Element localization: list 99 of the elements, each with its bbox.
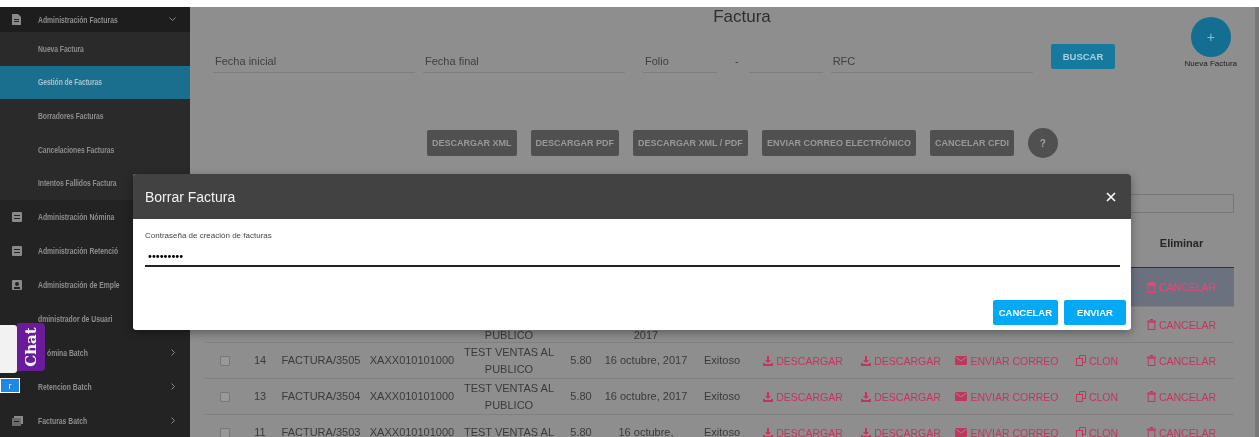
row-number: 13 xyxy=(253,389,267,405)
action-button[interactable]: DESCARGAR PDF xyxy=(530,130,620,156)
sidebar-subitem[interactable]: Borradores Facturas xyxy=(0,99,190,133)
field-label: Contraseña de creación de facturas xyxy=(145,231,273,240)
folio-cell-text: FACTURA/3504 xyxy=(281,389,361,405)
copy-icon xyxy=(1075,427,1086,437)
date-cell: 2017 xyxy=(633,328,659,342)
status-cell-text: Exitoso xyxy=(703,425,741,437)
client-cell-text: TEST VENTAS AL PUBLICO xyxy=(462,381,556,413)
action-link[interactable]: ENVIAR CORREO xyxy=(955,426,1059,437)
sidebar-item[interactable]: Administración de Emple xyxy=(38,279,120,290)
download-icon xyxy=(861,355,872,366)
amount-cell-text: 5.80 xyxy=(570,389,592,405)
action-link[interactable]: ENVIAR CORREO xyxy=(955,390,1059,403)
column-header: Eliminar xyxy=(1159,237,1204,249)
chat-panel xyxy=(0,325,17,373)
sidebar-item[interactable]: dministrador de Usuari xyxy=(38,313,113,324)
download-icon xyxy=(861,427,872,437)
action-button[interactable]: ENVIAR CORREO ELECTRÓNICO xyxy=(761,130,916,156)
status-cell-text: Exitoso xyxy=(703,389,741,405)
mail-icon xyxy=(955,392,968,401)
trash-icon xyxy=(1146,319,1156,330)
add-button[interactable]: + xyxy=(1190,17,1231,57)
folio-cell-text: FACTURA/3503 xyxy=(281,425,361,437)
sidebar-item[interactable]: Retencion Batch xyxy=(38,381,92,392)
action-link[interactable]: DESCARGAR xyxy=(763,426,843,437)
row-checkbox[interactable] xyxy=(220,355,230,366)
dialog-button[interactable]: CANCELAR xyxy=(992,300,1058,325)
status-cell-text: Exitoso xyxy=(703,353,741,369)
trash-icon xyxy=(1146,355,1156,366)
date-cell-text: 16 octubre, 2017 xyxy=(604,389,688,405)
action-button[interactable]: DESCARGAR XML xyxy=(427,130,517,156)
trash-icon xyxy=(1146,281,1156,293)
action-button[interactable]: DESCARGAR XML / PDF xyxy=(633,130,748,156)
list-icon xyxy=(12,245,22,256)
amount-cell-text: 5.80 xyxy=(570,425,592,437)
client-cell-text: TEST VENTAS AL PUBLICO xyxy=(462,345,556,377)
action-link[interactable]: CANCELAR xyxy=(1146,426,1217,437)
client-cell-text: TEST VENTAS AL xyxy=(463,425,555,437)
rfc-cell-text: XAXX010101000 xyxy=(369,353,455,369)
action-link[interactable]: CLON xyxy=(1075,390,1119,403)
filter-field[interactable]: RFC xyxy=(830,49,1033,73)
row-checkbox[interactable] xyxy=(220,391,230,402)
page-title: Factura xyxy=(713,7,771,28)
action-link[interactable]: CANCELAR xyxy=(1146,354,1217,367)
row-checkbox[interactable] xyxy=(220,427,230,437)
action-button[interactable]: CANCELAR CFDI xyxy=(929,130,1014,156)
chat-tab[interactable]: Chat xyxy=(17,323,45,371)
document-icon xyxy=(12,14,21,25)
copy-icon xyxy=(1075,391,1086,402)
date-cell-text: 16 octubre, 2017 xyxy=(604,353,688,369)
id-card-icon xyxy=(12,279,22,290)
filter-field[interactable]: Fecha inicial xyxy=(213,49,415,73)
action-link[interactable]: DESCARGAR xyxy=(861,426,941,437)
folio-cell-text: FACTURA/3505 xyxy=(281,353,361,369)
action-link[interactable]: CLON xyxy=(1075,426,1119,437)
download-icon xyxy=(763,355,774,366)
amount-cell-text: 5.80 xyxy=(570,353,592,369)
table-row[interactable]: 11 FACTURA/3503 XAXX010101000 TEST VENTAS AL 5.80 16 octubre, Exitoso DESCARGAR DESCARGAR ENVIAR CORREO CLON CANCELAR xyxy=(205,415,1234,437)
help-button[interactable]: ? xyxy=(1027,128,1058,158)
action-link[interactable]: CLON xyxy=(1075,354,1119,367)
chat-button[interactable]: r xyxy=(0,378,20,393)
copy-icon xyxy=(1075,355,1086,366)
sidebar-item[interactable]: Administración Facturas xyxy=(38,14,118,25)
trash-icon xyxy=(1146,427,1156,437)
sidebar-subitem[interactable]: Nueva Factura xyxy=(0,32,190,66)
rfc-cell-text: XAXX010101000 xyxy=(369,425,455,437)
action-link[interactable]: ENVIAR CORREO xyxy=(955,354,1059,367)
action-link[interactable]: DESCARGAR xyxy=(861,354,941,367)
trash-icon xyxy=(1146,391,1156,402)
action-link[interactable]: DESCARGAR xyxy=(763,354,843,367)
sidebar-item[interactable]: ómina Batch xyxy=(47,347,88,358)
download-icon xyxy=(763,427,774,437)
sidebar-item[interactable]: Administración Nómina xyxy=(38,211,115,222)
download-icon xyxy=(861,391,872,402)
stack-icon xyxy=(12,415,23,426)
sidebar-item[interactable]: Administración Retenció xyxy=(38,245,119,256)
dialog-button[interactable]: ENVIAR xyxy=(1064,300,1126,325)
sidebar-subitem[interactable]: Gestión de Facturas xyxy=(0,65,190,100)
action-link[interactable]: DESCARGAR xyxy=(861,390,941,403)
action-link[interactable]: CANCELAR xyxy=(1146,390,1217,403)
range-separator: - xyxy=(735,55,739,67)
search-button[interactable]: BUSCAR xyxy=(1050,43,1116,69)
close-icon[interactable] xyxy=(1106,191,1116,202)
action-link[interactable]: CANCELAR xyxy=(1146,318,1217,331)
action-link[interactable]: DESCARGAR xyxy=(763,390,843,403)
sidebar-subitem[interactable]: Cancelaciones Facturas xyxy=(0,132,190,167)
row-number: 11 xyxy=(254,425,266,437)
add-button-label: Nueva Factura xyxy=(1184,59,1237,68)
row-number: 14 xyxy=(253,353,267,369)
date-cell-text: 16 octubre, xyxy=(618,425,674,437)
download-icon xyxy=(763,391,774,402)
filter-field[interactable]: Fecha final xyxy=(423,49,625,73)
filter-field[interactable]: Folio xyxy=(643,49,717,73)
client-cell: PUBLICO xyxy=(484,328,534,342)
mail-icon xyxy=(955,356,968,365)
sidebar-item[interactable]: Facturas Batch xyxy=(38,415,88,426)
list-icon xyxy=(12,211,22,222)
rfc-cell-text: XAXX010101000 xyxy=(369,389,455,405)
